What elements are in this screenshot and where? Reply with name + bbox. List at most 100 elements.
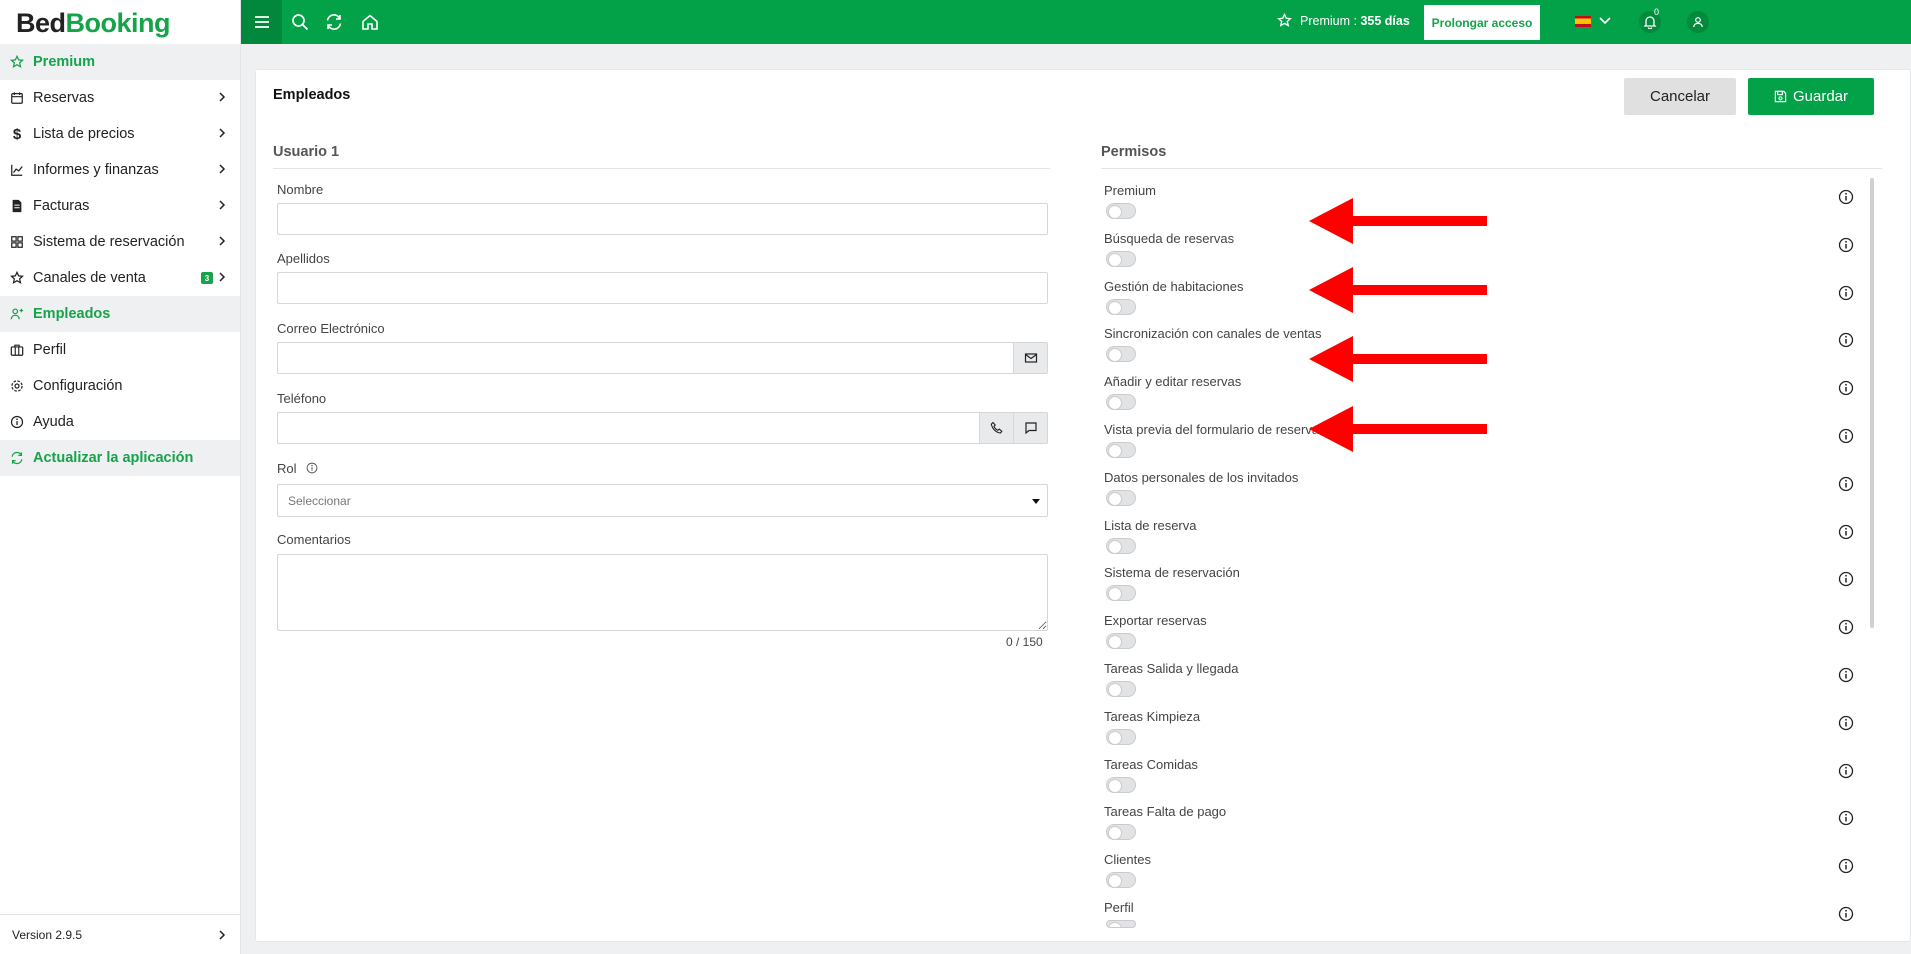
- user-menu-button[interactable]: [1687, 11, 1709, 33]
- info-icon[interactable]: [1838, 571, 1854, 587]
- users-icon: [10, 307, 24, 321]
- info-icon[interactable]: [1838, 380, 1854, 396]
- info-icon: [10, 415, 24, 429]
- permission-toggle[interactable]: [1106, 538, 1136, 554]
- info-icon[interactable]: [1838, 906, 1854, 922]
- sidebar-item-canales-venta[interactable]: Canales de venta 3: [0, 260, 240, 296]
- chevron-right-icon: [219, 128, 226, 138]
- extend-access-button[interactable]: Prolongar acceso: [1424, 5, 1540, 40]
- info-icon[interactable]: [1838, 810, 1854, 826]
- info-icon[interactable]: [1838, 189, 1854, 205]
- spain-flag-icon[interactable]: [1575, 16, 1591, 27]
- comments-label: Comentarios: [277, 532, 351, 547]
- section-divider: [273, 168, 1050, 169]
- info-icon[interactable]: [1838, 524, 1854, 540]
- email-button[interactable]: [1013, 343, 1047, 373]
- permission-toggle[interactable]: [1106, 442, 1136, 458]
- info-icon[interactable]: [306, 462, 318, 474]
- premium-days: 355 días: [1360, 13, 1410, 28]
- permission-label: Gestión de habitaciones: [1104, 279, 1244, 294]
- star-icon: [1277, 13, 1292, 27]
- cancel-button[interactable]: Cancelar: [1624, 78, 1736, 115]
- permission-toggle[interactable]: [1106, 633, 1136, 649]
- sidebar-item-reservas[interactable]: Reservas: [0, 80, 240, 116]
- chevron-right-icon: [219, 272, 226, 282]
- sidebar-item-lista-precios[interactable]: $ Lista de precios: [0, 116, 240, 152]
- page-title: Empleados: [273, 87, 351, 103]
- role-placeholder: Seleccionar: [288, 494, 351, 508]
- permission-toggle[interactable]: [1106, 681, 1136, 697]
- permission-toggle[interactable]: [1106, 394, 1136, 410]
- permission-toggle[interactable]: [1106, 251, 1136, 267]
- sidebar-item-label: Ayuda: [33, 414, 74, 430]
- message-button[interactable]: [1013, 413, 1047, 443]
- grid-icon: [10, 235, 24, 249]
- save-button[interactable]: Guardar: [1748, 78, 1874, 115]
- permission-toggle[interactable]: [1106, 872, 1136, 888]
- save-icon: [1774, 90, 1787, 103]
- menu-toggle-button[interactable]: [241, 0, 282, 44]
- role-select[interactable]: Seleccionar: [277, 484, 1048, 517]
- permission-toggle[interactable]: [1106, 203, 1136, 219]
- version-footer[interactable]: Version 2.9.5: [0, 914, 240, 954]
- star-icon: [10, 55, 24, 69]
- permission-toggle[interactable]: [1106, 824, 1136, 840]
- permission-label: Tareas Comidas: [1104, 757, 1198, 772]
- info-icon[interactable]: [1838, 476, 1854, 492]
- home-icon[interactable]: [361, 13, 379, 31]
- star-icon: [10, 271, 24, 285]
- info-icon[interactable]: [1838, 332, 1854, 348]
- mail-icon: [1024, 353, 1037, 363]
- permission-toggle[interactable]: [1106, 490, 1136, 506]
- name-input[interactable]: [277, 203, 1048, 235]
- chevron-right-icon: [219, 930, 226, 940]
- permission-label: Añadir y editar reservas: [1104, 374, 1242, 389]
- call-button[interactable]: [979, 413, 1013, 443]
- permission-toggle[interactable]: [1106, 777, 1136, 793]
- sidebar-item-actualizar[interactable]: Actualizar la aplicación: [0, 440, 240, 476]
- sidebar-item-label: Premium: [33, 54, 96, 70]
- name-label: Nombre: [277, 182, 324, 197]
- info-icon[interactable]: [1838, 715, 1854, 731]
- search-icon[interactable]: [291, 13, 309, 31]
- permission-label: Tareas Salida y llegada: [1104, 661, 1239, 676]
- count-badge: 3: [201, 272, 213, 284]
- scrollbar[interactable]: [1870, 178, 1874, 628]
- sidebar-item-informes[interactable]: Informes y finanzas: [0, 152, 240, 188]
- info-icon[interactable]: [1838, 763, 1854, 779]
- sidebar-item-facturas[interactable]: Facturas: [0, 188, 240, 224]
- lastname-input[interactable]: [277, 272, 1048, 304]
- sidebar-item-label: Configuración: [33, 378, 123, 394]
- sidebar-item-sistema-reservacion[interactable]: Sistema de reservación: [0, 224, 240, 260]
- phone-field[interactable]: [277, 412, 1048, 444]
- sidebar-item-perfil[interactable]: Perfil: [0, 332, 240, 368]
- permission-toggle[interactable]: [1106, 346, 1136, 362]
- sidebar-item-label: Perfil: [33, 342, 67, 358]
- info-icon[interactable]: [1838, 619, 1854, 635]
- permission-toggle[interactable]: [1106, 920, 1136, 928]
- sidebar-item-empleados[interactable]: Empleados: [0, 296, 240, 332]
- info-icon[interactable]: [1838, 237, 1854, 253]
- permission-label: Búsqueda de reservas: [1104, 231, 1235, 246]
- chevron-right-icon: [219, 164, 226, 174]
- app-logo[interactable]: BedBooking: [0, 0, 240, 44]
- email-field[interactable]: [277, 342, 1048, 374]
- gear-icon: [10, 379, 24, 393]
- permission-toggle[interactable]: [1106, 299, 1136, 315]
- sidebar-item-ayuda[interactable]: Ayuda: [0, 404, 240, 440]
- info-icon[interactable]: [1838, 428, 1854, 444]
- permission-toggle[interactable]: [1106, 585, 1136, 601]
- red-arrow-icon: [1309, 406, 1487, 452]
- refresh-icon[interactable]: [325, 13, 343, 31]
- info-icon[interactable]: [1838, 667, 1854, 683]
- save-button-label: Guardar: [1792, 88, 1849, 105]
- sidebar-item-configuracion[interactable]: Configuración: [0, 368, 240, 404]
- info-icon[interactable]: [1838, 858, 1854, 874]
- info-icon[interactable]: [1838, 285, 1854, 301]
- permission-label: Sincronización con canales de ventas: [1104, 326, 1322, 341]
- chevron-down-icon[interactable]: [1599, 16, 1611, 26]
- sidebar-item-premium[interactable]: Premium: [0, 44, 240, 80]
- permission-toggle[interactable]: [1106, 729, 1136, 745]
- dollar-icon: $: [12, 125, 22, 143]
- comments-textarea[interactable]: [277, 554, 1048, 631]
